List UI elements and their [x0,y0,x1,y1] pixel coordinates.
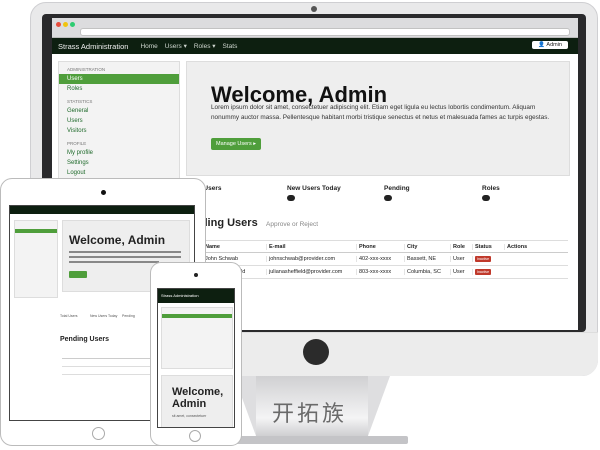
manage-users-button[interactable]: Manage Users ▸ [211,138,262,150]
table-header: #NameE-mailPhoneCityRoleStatusActions [188,240,568,253]
status-badge: Inactive [475,269,492,275]
table-cell: 402-xxx-xxxx [356,256,404,262]
stat-new-users: New Users Today [287,185,341,201]
table-header-cell: City [404,243,450,250]
browser-chrome [52,18,578,38]
table-cell: Bassett, NE [404,256,450,262]
stats-row: tal Users New Users Today Pending Roles [186,180,578,204]
table-cell: User [450,269,472,275]
admin-menu-button[interactable]: 👤 Admin [532,41,568,49]
phone-screen: Strass Administration Welcome, Admin sit… [157,288,235,428]
sidebar-item-users[interactable]: Users [59,74,179,84]
sidebar-item-roles[interactable]: Roles [59,84,179,94]
tablet-sidebar-active [15,229,57,233]
sidebar-item-logout[interactable]: Logout [59,168,179,178]
top-navbar: Strass Administration Home Users ▾ Roles… [52,38,578,54]
phone-brand[interactable]: Strass Administration [161,293,199,298]
stat-pending: Pending [384,185,410,201]
user-icon: 👤 [538,42,546,48]
sidebar-item-stat-users[interactable]: Users [59,116,179,126]
tablet-text-line [69,261,159,263]
tablet-stat-users: Total Users [60,314,78,318]
table-cell: Columbia, SC [404,269,450,275]
nav-home[interactable]: Home [140,43,157,50]
phone-welcome-text: sit amet, consectetuer [172,414,207,418]
sidebar-item-general[interactable]: General [59,106,179,116]
stat-pending-label: Pending [384,185,410,192]
tablet-stat-pending: Pending [122,314,135,318]
status-badge: Inactive [475,256,492,262]
table-header-cell: Actions [504,243,544,250]
sidebar-heading-profile: PROFILE [67,141,87,146]
table-header-cell: Role [450,243,472,250]
pending-users-table: #NameE-mailPhoneCityRoleStatusActions Jo… [188,240,568,279]
sidebar-item-visitors[interactable]: Visitors [59,126,179,136]
apple-logo-icon [303,339,329,365]
phone-home-button[interactable] [189,430,201,442]
tablet-sidebar [14,220,58,298]
phone-camera [194,273,198,277]
tablet-text-line [69,251,181,253]
sidebar: ADMINISTRATION Users Roles STATISTICS Ge… [58,61,180,185]
welcome-jumbotron: Welcome, Admin Lorem ipsum dolor sit ame… [186,61,570,176]
phone-sidebar [161,307,233,369]
stat-roles-label: Roles [482,185,500,192]
table-cell: julianasheffield@provider.com [266,269,356,275]
pending-users-subtitle: Approve or Reject [266,221,319,228]
table-header-cell: E-mail [266,243,356,250]
table-row[interactable]: John Schwab johnschwab@provider.com 402-xx… [188,253,568,266]
sidebar-heading-administration: ADMINISTRATION [67,67,106,72]
tablet-manage-button[interactable] [69,271,87,278]
address-bar[interactable] [80,28,570,36]
stat-roles-badge [482,195,490,201]
table-header-cell: Phone [356,243,404,250]
table-row[interactable]: Juliana Sheffieldjulianasheffield@provid… [188,266,568,279]
stat-new-badge [287,195,295,201]
stat-roles: Roles [482,185,500,201]
phone-navbar: Strass Administration [158,289,234,303]
nav-roles[interactable]: Roles ▾ [194,42,216,50]
tablet-home-button[interactable] [92,427,105,440]
tablet-welcome-title: Welcome, Admin [69,233,166,247]
nav-stats[interactable]: Stats [223,43,238,50]
phone-jumbotron: Welcome, Admin sit amet, consectetuer [161,375,233,427]
sidebar-heading-statistics: STATISTICS [67,99,93,104]
table-cell: User [450,256,472,262]
nav-users[interactable]: Users ▾ [165,42,187,50]
maximize-dot-icon[interactable] [70,22,75,27]
tablet-pending-title: Pending Users [60,336,110,343]
admin-label: Admin [546,42,562,48]
sidebar-item-my-profile[interactable]: My profile [59,148,179,158]
table-cell: 803-xxx-xxxx [356,269,404,275]
monitor-camera [311,6,317,12]
tablet-navbar [10,206,194,214]
tablet-camera [101,190,106,195]
close-dot-icon[interactable] [56,22,61,27]
tablet-text-line [69,256,181,258]
watermark-text: 开拓族 [272,402,348,427]
monitor-stand-base [232,436,408,444]
brand-link[interactable]: Strass Administration [58,42,128,51]
table-cell: Inactive [472,269,504,275]
stat-new-label: New Users Today [287,185,341,192]
table-header-cell: Name [202,243,266,250]
minimize-dot-icon[interactable] [63,22,68,27]
table-cell: Inactive [472,256,504,262]
welcome-text: Lorem ipsum dolor sit amet, consectetuer… [211,104,550,121]
sidebar-item-settings[interactable]: Settings [59,158,179,168]
phone-sidebar-active [162,314,232,318]
stat-pending-badge [384,195,392,201]
table-cell: johnschwab@provider.com [266,256,356,262]
phone-welcome-title: Welcome, Admin [172,386,224,410]
table-header-cell: Status [472,243,504,250]
tablet-stat-new: New Users Today [90,314,118,318]
